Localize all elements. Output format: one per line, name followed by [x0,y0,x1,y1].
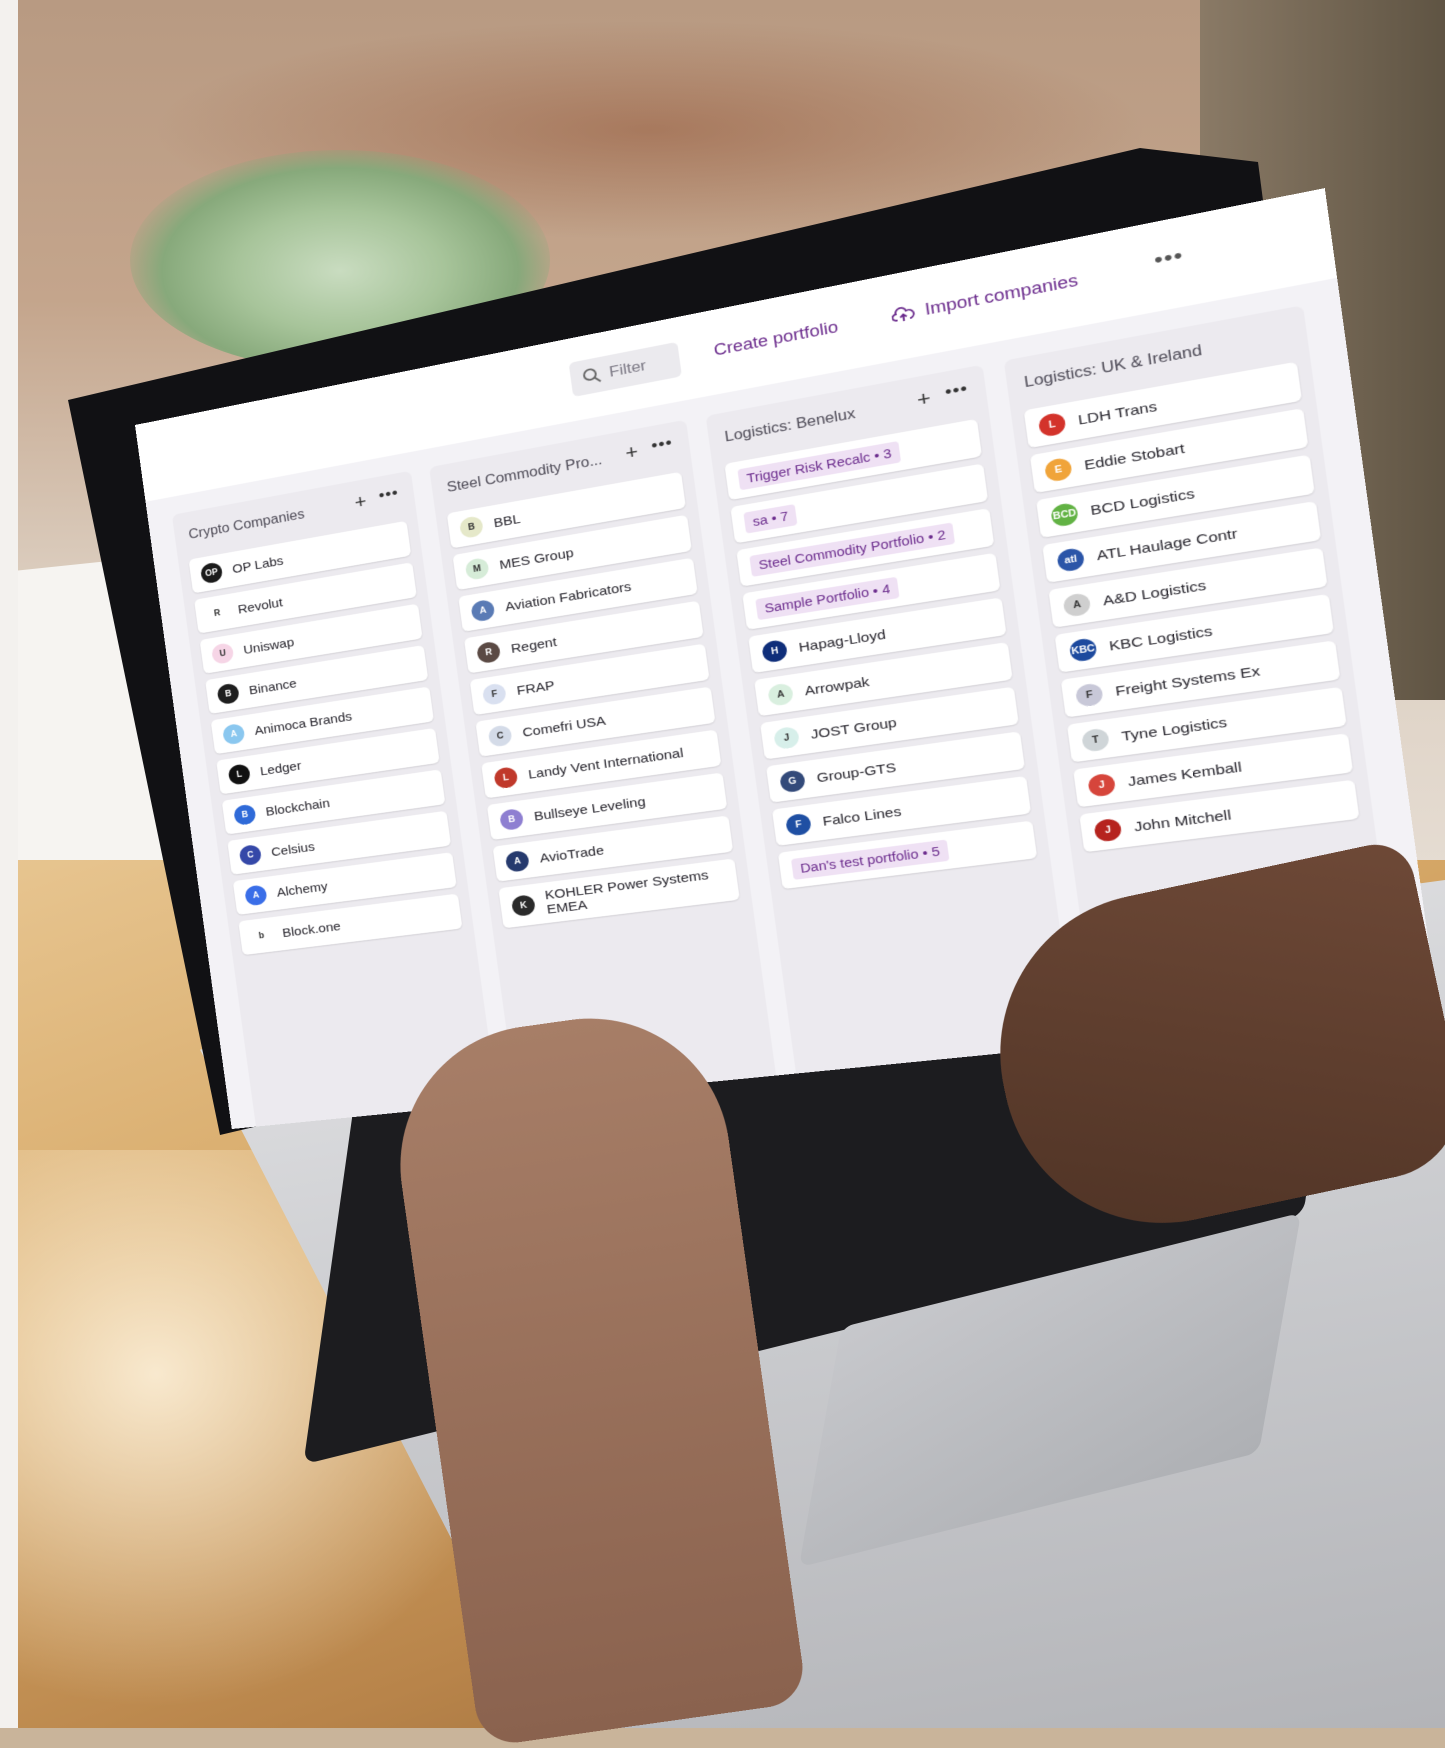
company-logo-icon: F [785,813,812,837]
company-name: AvioTrade [539,843,605,866]
portfolio-tag-label: Dan's test portfolio • 5 [791,840,950,880]
company-name: Block.one [281,919,341,940]
company-logo-icon: K [511,894,536,917]
company-logo-icon: R [205,602,228,625]
company-logo-icon: L [228,763,251,785]
company-name: Uniswap [243,635,295,657]
company-logo-icon: b [250,925,274,947]
search-icon [581,366,603,387]
company-logo-icon: B [459,515,484,539]
cloud-upload-icon [891,304,916,324]
company-logo-icon: F [1075,682,1104,707]
portfolio-tag-label: Sample Portfolio • 4 [755,577,900,620]
company-logo-icon: BCD [1050,502,1079,528]
plant [130,150,550,370]
company-name: JOST Group [810,715,898,742]
column-more-icon[interactable]: ••• [378,484,400,505]
company-logo-icon: M [465,557,490,581]
company-name: Freight Systems Ex [1114,663,1261,699]
company-logo-icon: atl [1056,547,1085,573]
company-name: KBC Logistics [1108,623,1213,654]
company-name: MES Group [499,545,575,572]
company-logo-icon: A [470,599,495,623]
company-name: Hapag-Lloyd [798,627,887,655]
company-logo-icon: J [1093,818,1122,843]
add-icon[interactable]: + [624,440,640,464]
card-list: OP OP Labs R Revolut U Uniswap B Binance A Animoc… [189,521,464,962]
company-name: Celsius [270,839,315,859]
company-name: ATL Haulage Contr [1096,526,1239,564]
company-logo-icon: A [505,850,530,873]
company-name: FRAP [516,678,556,698]
company-logo-icon: T [1081,727,1110,752]
company-name: Bullseye Leveling [533,794,646,823]
company-logo-icon: C [239,844,263,866]
column-more-icon[interactable]: ••• [944,379,970,402]
company-logo-icon: E [1044,457,1073,483]
company-logo-icon: A [767,682,794,706]
company-name: Group-GTS [816,760,897,786]
company-name: Blockchain [265,796,331,819]
company-logo-icon: A [222,723,245,746]
company-name: Alchemy [276,879,329,899]
company-logo-icon: U [211,642,234,665]
company-name: Comefri USA [522,713,607,740]
company-logo-icon: R [476,641,501,665]
company-name: Falco Lines [822,804,902,829]
portfolio-tag-label: sa • 7 [743,504,797,534]
card-list: Trigger Risk Recalc • 3 sa • 7 Steel Commo… [724,419,1038,896]
company-logo-icon: KBC [1069,637,1098,662]
company-logo-icon: L [493,766,518,789]
company-name: BBL [493,511,522,530]
company-name: James Kemball [1127,759,1243,789]
company-logo-icon: J [773,726,800,750]
company-logo-icon: J [1087,773,1116,798]
company-name: Binance [248,676,297,697]
company-name: Regent [510,634,558,656]
company-name: Landy Vent International [527,745,684,781]
company-name: BCD Logistics [1090,486,1196,519]
company-logo-icon: G [779,769,806,793]
company-logo-icon: OP [200,561,223,584]
company-name: OP Labs [231,553,284,576]
company-name: Aviation Fabricators [504,579,632,614]
company-name: John Mitchell [1133,807,1232,835]
company-name: Eddie Stobart [1083,440,1185,473]
import-label: Import companies [924,271,1079,319]
company-name: Revolut [237,595,283,616]
company-name: Arrowpak [804,674,871,698]
more-options-icon[interactable]: ••• [1153,243,1185,272]
column-more-icon[interactable]: ••• [650,434,674,456]
company-logo-icon: B [233,804,257,826]
company-name: Animoca Brands [254,709,353,738]
company-logo-icon: B [216,683,239,706]
company-logo-icon: H [761,639,788,663]
company-logo-icon: F [482,682,507,705]
company-logo-icon: A [1062,592,1091,618]
company-name: A&D Logistics [1102,577,1207,608]
filter-placeholder: Filter [608,357,647,381]
company-name: Ledger [259,758,302,778]
company-logo-icon: C [488,724,513,747]
card-list: B BBL M MES Group A Aviation Fabricators R Rege… [447,472,741,935]
company-name: Tyne Logistics [1121,714,1228,744]
create-portfolio-button[interactable]: Create portfolio [713,318,840,360]
filter-input[interactable]: Filter [569,342,682,397]
card-list: L LDH Trans E Eddie Stobart BCD BCD Logistics… [1024,362,1361,860]
add-icon[interactable]: + [353,490,368,514]
company-name: LDH Trans [1077,399,1158,428]
company-name: KOHLER Power Systems EMEA [544,866,727,917]
company-logo-icon: L [1038,412,1067,438]
add-icon[interactable]: + [916,386,933,412]
company-logo-icon: A [244,884,268,906]
left-margin [0,0,18,1728]
company-logo-icon: B [499,808,524,831]
import-companies-button[interactable]: Import companies [890,271,1079,326]
